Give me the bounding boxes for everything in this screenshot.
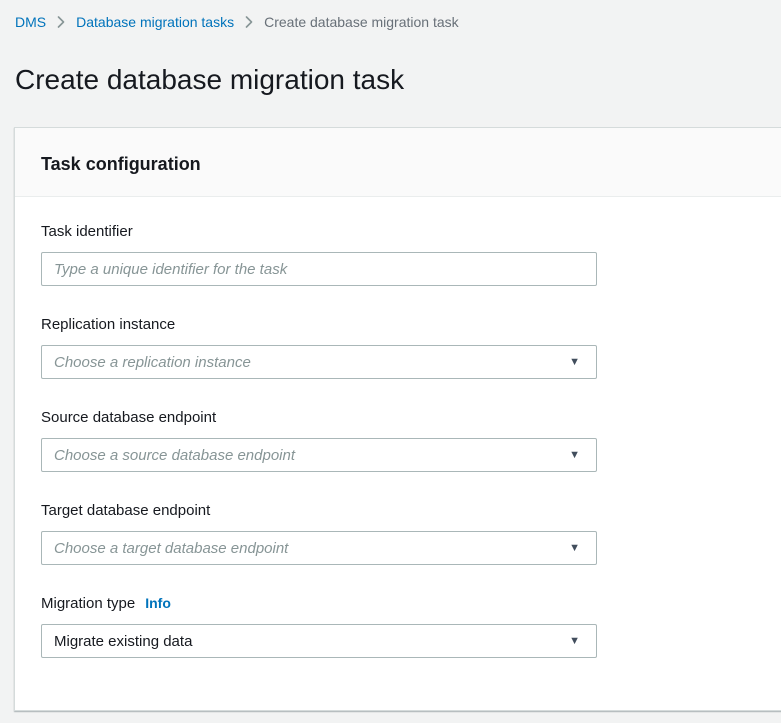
panel-header: Task configuration	[15, 128, 781, 197]
source-database-endpoint-label: Source database endpoint	[41, 409, 217, 426]
target-database-endpoint-select-placeholder: Choose a target database endpoint	[54, 539, 289, 557]
replication-instance-select[interactable]: Choose a replication instance ▼	[41, 345, 597, 379]
source-database-endpoint-select-placeholder: Choose a source database endpoint	[54, 446, 296, 464]
breadcrumb-link-database-migration-tasks[interactable]: Database migration tasks	[76, 12, 234, 32]
task-identifier-label: Task identifier	[41, 223, 133, 240]
chevron-right-icon	[245, 16, 253, 28]
replication-instance-label: Replication instance	[41, 316, 176, 333]
breadcrumb-link-dms[interactable]: DMS	[15, 12, 46, 32]
breadcrumb: DMS Database migration tasks Create data…	[0, 0, 781, 32]
caret-down-icon: ▼	[569, 541, 580, 554]
replication-instance-select-placeholder: Choose a replication instance	[54, 353, 251, 371]
migration-type-label-row: Migration type Info	[41, 595, 756, 613]
field-replication-instance: Replication instance Choose a replicatio…	[41, 316, 756, 379]
field-task-identifier: Task identifier	[41, 223, 756, 286]
breadcrumb-current: Create database migration task	[264, 14, 459, 30]
task-configuration-panel: Task configuration Task identifier Repli…	[14, 127, 781, 711]
panel-body: Task identifier Replication instance Cho…	[15, 197, 781, 710]
field-target-database-endpoint: Target database endpoint Choose a target…	[41, 502, 756, 565]
caret-down-icon: ▼	[569, 448, 580, 461]
field-source-database-endpoint: Source database endpoint Choose a source…	[41, 409, 756, 472]
caret-down-icon: ▼	[569, 355, 580, 368]
target-database-endpoint-label: Target database endpoint	[41, 502, 211, 519]
migration-type-select-value: Migrate existing data	[54, 632, 193, 650]
caret-down-icon: ▼	[569, 634, 580, 647]
field-migration-type: Migration type Info Migrate existing dat…	[41, 595, 756, 658]
migration-type-select[interactable]: Migrate existing data ▼	[41, 624, 597, 658]
migration-type-info-link[interactable]: Info	[145, 595, 171, 611]
migration-type-label: Migration type	[41, 595, 136, 612]
page-title: Create database migration task	[15, 64, 405, 95]
task-identifier-input[interactable]	[41, 252, 597, 286]
panel-title: Task configuration	[41, 154, 201, 174]
source-database-endpoint-select[interactable]: Choose a source database endpoint ▼	[41, 438, 597, 472]
chevron-right-icon	[57, 16, 65, 28]
target-database-endpoint-select[interactable]: Choose a target database endpoint ▼	[41, 531, 597, 565]
